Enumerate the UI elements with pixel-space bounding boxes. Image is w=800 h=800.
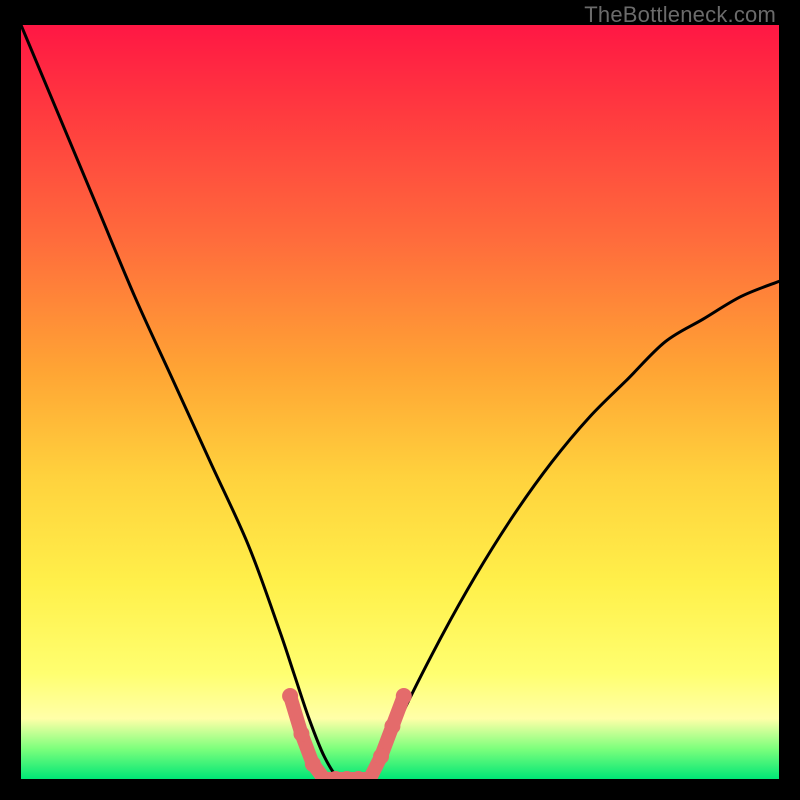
optimal-range-dot <box>282 688 298 704</box>
optimal-range-dot <box>396 688 412 704</box>
curve-layer <box>21 25 779 779</box>
optimal-range-dot <box>373 748 389 764</box>
chart-stage: TheBottleneck.com <box>0 0 800 800</box>
optimal-range-dot <box>293 726 309 742</box>
watermark-text: TheBottleneck.com <box>584 2 776 28</box>
optimal-range-dot <box>384 718 400 734</box>
plot-area <box>21 25 779 779</box>
bottleneck-curve <box>21 25 779 779</box>
optimal-range-markers <box>282 688 412 779</box>
optimal-range-dot <box>305 756 321 772</box>
